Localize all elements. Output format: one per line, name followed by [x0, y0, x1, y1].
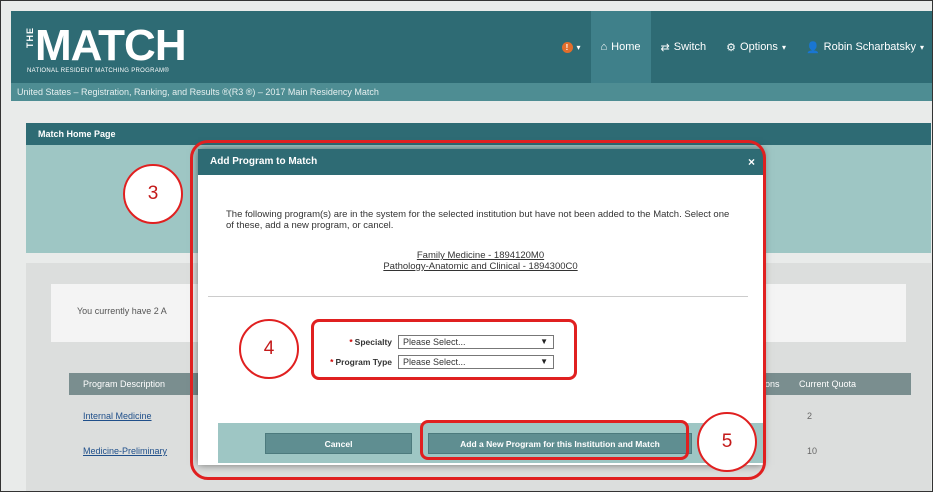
callout-4-number: 4	[239, 319, 299, 379]
column-header-quota: Current Quota	[799, 379, 857, 389]
program-link[interactable]: Medicine-Preliminary	[83, 439, 167, 463]
nav-user-menu[interactable]: 👤 Robin Scharbatsky ▾	[796, 11, 932, 83]
quota-value: 2	[807, 411, 813, 421]
quota-value: 10	[807, 446, 818, 456]
site-header: THE MATCH NATIONAL RESIDENT MATCHING PRO…	[11, 11, 933, 83]
callout-5-number: 5	[697, 412, 757, 472]
alerts-menu[interactable]: ! ▾	[552, 11, 591, 83]
callout-3-number: 3	[123, 164, 183, 224]
logo-the: THE	[25, 27, 35, 48]
chevron-down-icon: ▾	[576, 42, 581, 52]
alert-icon: !	[561, 41, 573, 53]
gear-icon: ⚙	[726, 41, 737, 54]
nav-home[interactable]: ⌂ Home	[590, 11, 651, 83]
nav-switch-label: Switch	[673, 41, 707, 53]
top-nav: ! ▾ ⌂ Home ⇄ Switch ⚙ Options ▾ 👤 Robin …	[552, 11, 933, 83]
column-header-program: Program Description	[83, 379, 166, 389]
nav-options-label: Options	[740, 41, 778, 53]
home-icon: ⌂	[600, 41, 608, 53]
program-link[interactable]: Internal Medicine	[83, 404, 152, 428]
callout-4-outline	[311, 319, 577, 380]
logo-match: MATCH	[35, 21, 187, 70]
user-icon: 👤	[805, 41, 820, 54]
screenshot-frame: THE MATCH NATIONAL RESIDENT MATCHING PRO…	[0, 0, 933, 492]
chevron-down-icon: ▾	[781, 42, 786, 52]
nav-options[interactable]: ⚙ Options ▾	[716, 11, 796, 83]
callout-5-outline	[420, 420, 689, 460]
info-message-text: You currently have 2 A	[77, 306, 167, 316]
nav-user-label: Robin Scharbatsky	[823, 41, 916, 53]
shuffle-icon: ⇄	[660, 41, 670, 54]
breadcrumb: United States – Registration, Ranking, a…	[11, 83, 932, 101]
logo-tagline: NATIONAL RESIDENT MATCHING PROGRAM®	[27, 68, 170, 74]
nav-home-label: Home	[611, 41, 641, 53]
chevron-down-icon: ▾	[919, 42, 924, 52]
nav-switch[interactable]: ⇄ Switch	[651, 11, 717, 83]
